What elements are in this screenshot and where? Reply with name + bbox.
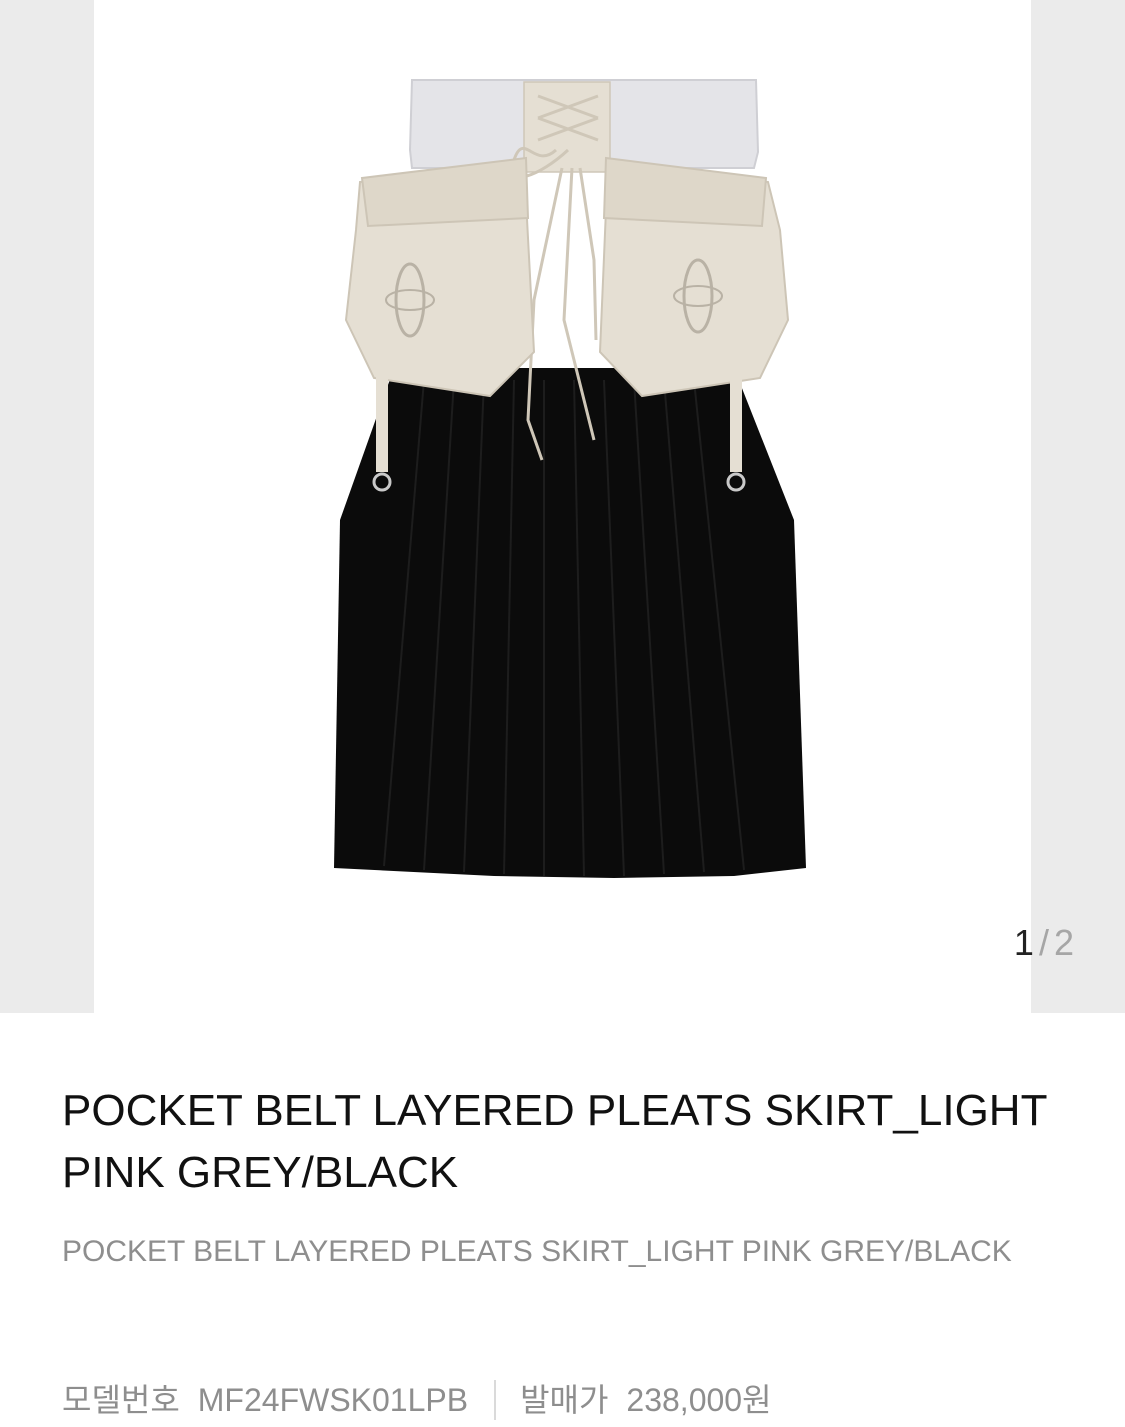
product-meta: 모델번호 MF24FWSK01LPB 발매가 238,000원: [62, 1380, 772, 1420]
product-subtitle: POCKET BELT LAYERED PLEATS SKIRT_LIGHT P…: [62, 1235, 1012, 1268]
release-price-value: 238,000원: [626, 1382, 772, 1418]
page-separator: /: [1038, 922, 1050, 963]
product-title: POCKET BELT LAYERED PLEATS SKIRT_LIGHT P…: [62, 1086, 1047, 1197]
release-price-label: 발매가: [520, 1382, 609, 1418]
product-detail-page: 1/2 POCKET BELT LAYERED PLEATS SKIRT_LIG…: [0, 0, 1125, 1427]
current-page: 1: [1013, 922, 1035, 963]
product-image-gallery[interactable]: 1/2: [0, 0, 1125, 1013]
product-image[interactable]: [94, 0, 1031, 1013]
gallery-slide[interactable]: [94, 0, 1031, 1013]
meta-divider: [494, 1380, 497, 1420]
total-pages: 2: [1053, 922, 1075, 963]
model-number-value: MF24FWSK01LPB: [197, 1382, 469, 1418]
gallery-page-indicator: 1/2: [1014, 922, 1075, 964]
model-number-label: 모델번호: [62, 1382, 180, 1418]
